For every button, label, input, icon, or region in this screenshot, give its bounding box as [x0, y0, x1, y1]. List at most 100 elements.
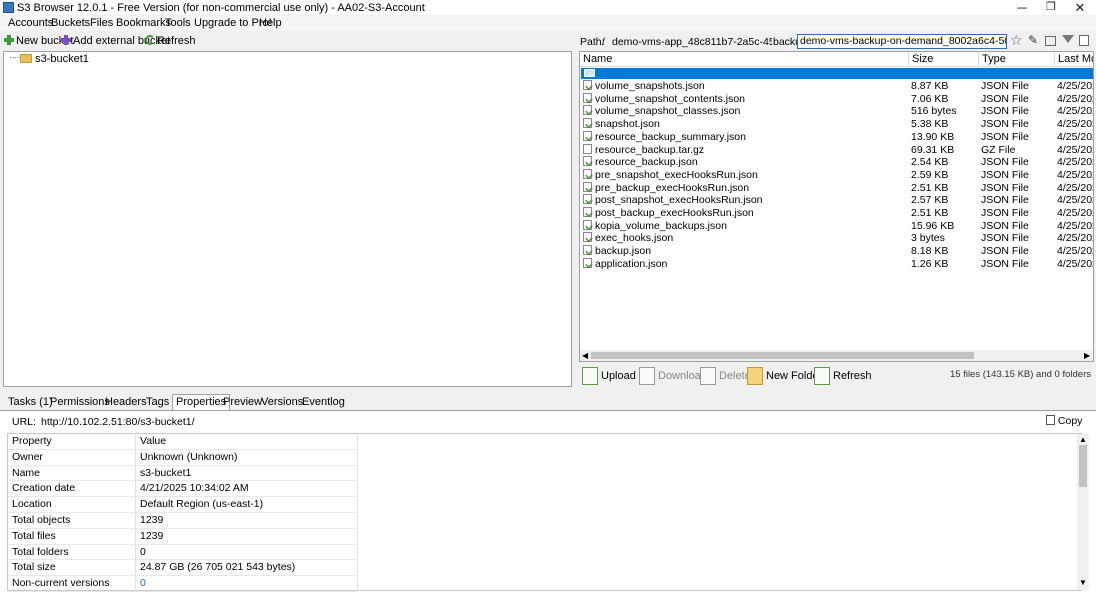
parent-folder-row[interactable]: [581, 68, 1093, 79]
tab-tags[interactable]: Tags: [143, 395, 172, 410]
restore-button[interactable]: ❐: [1037, 0, 1065, 15]
copy-path-icon[interactable]: [1079, 35, 1089, 46]
menu-tools[interactable]: Tools: [165, 16, 191, 31]
menu-help[interactable]: Help: [259, 16, 282, 31]
bookmark-star-icon[interactable]: ☆: [1010, 32, 1023, 49]
property-row[interactable]: Total size 24.87 GB (26 705 021 543 bytes…: [8, 560, 358, 577]
file-row[interactable]: pre_snapshot_execHooksRun.json 2.59 KB JSO…: [580, 168, 1093, 182]
horizontal-scroll-thumb[interactable]: [591, 352, 974, 359]
property-row[interactable]: Total objects 1239: [8, 513, 358, 529]
file-size: 1.26 KB: [911, 257, 949, 270]
tree-item-s3-bucket1[interactable]: s3-bucket1: [20, 53, 89, 65]
property-value: 1239: [136, 513, 358, 528]
file-row[interactable]: application.json 1.26 KB JSON File 4/25/202…: [580, 257, 1093, 271]
file-row[interactable]: kopia_volume_backups.json 15.96 KB JSON Fi…: [580, 219, 1093, 233]
file-name: resource_backup.json: [583, 156, 909, 168]
file-row[interactable]: volume_snapshot_classes.json 516 bytes JSO…: [580, 105, 1093, 118]
bucket-tree[interactable]: s3-bucket1: [3, 51, 572, 387]
property-row[interactable]: Name s3-bucket1: [8, 465, 358, 482]
url-value[interactable]: http://10.102.2.51:80/s3-bucket1/: [41, 416, 195, 428]
column-header-value[interactable]: Value: [136, 434, 358, 449]
filter-icon[interactable]: [1062, 35, 1074, 43]
path-crumb-app[interactable]: demo-vms-app_48c811b7-2a5c-45f8-a558-751…: [612, 36, 772, 48]
new-folder-button[interactable]: New Folder: [747, 366, 822, 388]
file-modified: 4/25/2025: [1057, 245, 1093, 258]
file-list[interactable]: Name Size Type Last Mod volume_snapshots…: [579, 51, 1094, 362]
menu-files[interactable]: Files: [90, 16, 113, 31]
menu-accounts[interactable]: Accounts: [8, 16, 53, 31]
file-name: post_snapshot_execHooksRun.json: [583, 194, 909, 206]
file-size: 8.87 KB: [911, 80, 949, 92]
file-row[interactable]: exec_hooks.json 3 bytes JSON File 4/25/2025: [580, 232, 1093, 245]
path-input[interactable]: demo-vms-backup-on-demand_8002a6c4-50d2-…: [797, 34, 1007, 49]
file-row[interactable]: volume_snapshots.json 8.87 KB JSON File 4/2…: [580, 80, 1093, 93]
file-type: JSON File: [981, 232, 1029, 245]
column-header-last-modified[interactable]: Last Mod: [1055, 52, 1093, 67]
file-modified: 4/25/2025: [1057, 194, 1093, 207]
file-size: 2.51 KB: [911, 207, 949, 219]
file-name: resource_backup.tar.gz: [583, 143, 909, 156]
bucket-toolbar: New bucket Add external bucket Refresh: [0, 32, 575, 50]
file-row[interactable]: snapshot.json 5.38 KB JSON File 4/25/2025: [580, 118, 1093, 131]
column-header-type[interactable]: Type: [979, 52, 1055, 67]
file-name: application.json: [583, 257, 909, 270]
path-crumb-backup[interactable]: backup: [773, 36, 797, 48]
scroll-down-icon[interactable]: ▼: [1079, 578, 1087, 587]
copy-label: Copy: [1057, 415, 1083, 427]
property-row[interactable]: Total files 1239: [8, 528, 358, 545]
file-name: volume_snapshot_classes.json: [583, 105, 909, 117]
file-size: 3 bytes: [911, 232, 945, 245]
download-button[interactable]: Download: [639, 366, 707, 388]
property-row[interactable]: Non-current versions 0: [8, 576, 358, 592]
folder-icon: [20, 54, 32, 63]
copy-url-button[interactable]: Copy: [1046, 414, 1082, 429]
file-name: snapshot.json: [583, 118, 909, 130]
file-name-text: snapshot.json: [595, 118, 660, 131]
close-button[interactable]: ✕: [1066, 0, 1094, 15]
vertical-scroll-thumb[interactable]: [1079, 445, 1087, 487]
scroll-up-icon[interactable]: ▲: [1079, 435, 1087, 444]
file-modified: 4/25/2025: [1057, 207, 1093, 219]
column-header-property[interactable]: Property: [8, 434, 136, 449]
property-row[interactable]: Location Default Region (us-east-1): [8, 497, 358, 513]
property-key: Location: [8, 497, 136, 513]
file-row[interactable]: volume_snapshot_contents.json 7.06 KB JSON…: [580, 92, 1093, 106]
column-header-name[interactable]: Name: [580, 52, 909, 67]
property-row[interactable]: Creation date 4/21/2025 10:34:02 AM: [8, 481, 358, 498]
scroll-right-icon[interactable]: ▶: [1084, 352, 1090, 360]
file-row[interactable]: resource_backup_summary.json 13.90 KB JSON…: [580, 130, 1093, 144]
file-row[interactable]: post_snapshot_execHooksRun.json 2.57 KB JS…: [580, 194, 1093, 207]
refresh-buckets-button[interactable]: Refresh: [145, 34, 196, 49]
file-type: JSON File: [981, 207, 1029, 219]
horizontal-scrollbar[interactable]: ◀ ▶: [580, 350, 1093, 361]
property-row[interactable]: Owner Unknown (Unknown): [8, 449, 358, 466]
json-file-icon: [583, 80, 592, 90]
gz-file-icon: [583, 143, 592, 154]
file-modified: 4/25/2025: [1057, 232, 1093, 245]
refresh-files-button[interactable]: Refresh: [814, 366, 872, 388]
property-key: Total folders: [8, 544, 136, 560]
menu-bar: Accounts Buckets Files Bookmarks Tools U…: [0, 16, 1096, 31]
vertical-scrollbar[interactable]: ▲ ▼: [1077, 434, 1089, 590]
menu-bookmarks[interactable]: Bookmarks: [116, 16, 171, 31]
tab-eventlog[interactable]: Eventlog: [299, 395, 348, 410]
file-row[interactable]: backup.json 8.18 KB JSON File 4/25/2025: [580, 245, 1093, 258]
file-row[interactable]: pre_backup_execHooksRun.json 2.51 KB JSON …: [580, 181, 1093, 195]
menu-buckets[interactable]: Buckets: [51, 16, 90, 31]
property-row[interactable]: Total folders 0: [8, 544, 358, 561]
column-header-size[interactable]: Size: [909, 52, 979, 67]
window-title: S3 Browser 12.0.1 - Free Version (for no…: [17, 2, 425, 14]
property-key: Total objects: [8, 513, 136, 528]
file-type: JSON File: [981, 181, 1029, 194]
file-row[interactable]: resource_backup.tar.gz 69.31 KB GZ File 4/2…: [580, 143, 1093, 157]
view-icon[interactable]: [1045, 36, 1056, 46]
edit-path-icon[interactable]: ✎: [1028, 33, 1038, 47]
file-row[interactable]: resource_backup.json 2.54 KB JSON File 4/25…: [580, 156, 1093, 169]
scroll-left-icon[interactable]: ◀: [582, 352, 588, 360]
delete-button[interactable]: Delete: [700, 366, 751, 388]
property-key: Total files: [8, 528, 136, 544]
json-file-icon: [583, 245, 592, 256]
file-row[interactable]: post_backup_execHooksRun.json 2.51 KB JSON…: [580, 207, 1093, 220]
upload-button[interactable]: Upload ▾: [582, 366, 644, 388]
minimize-button[interactable]: ─: [1008, 0, 1036, 15]
